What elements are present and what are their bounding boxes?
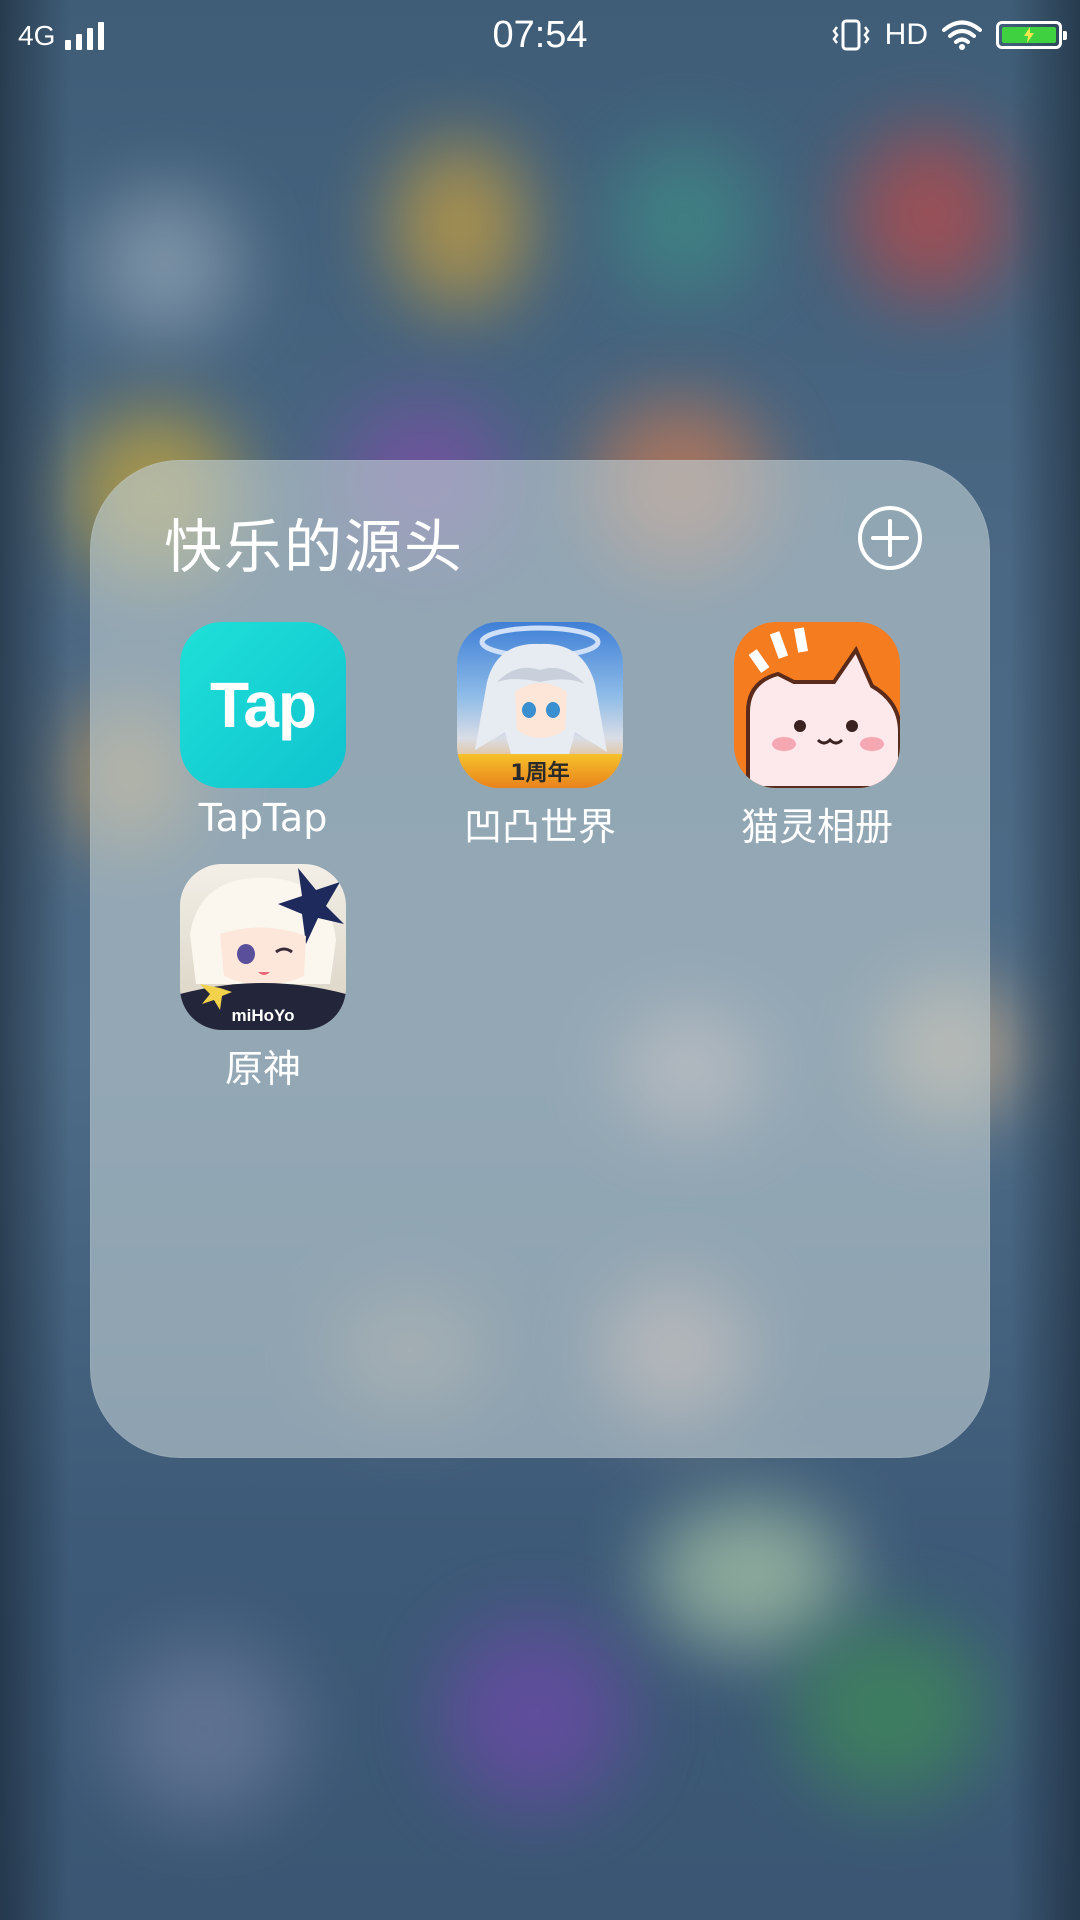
home-screen: 4G 07:54 HD 快乐的源头 Tap TapTap 1周年 凹凸世界 猫灵… — [0, 0, 1080, 1920]
background-blur — [390, 140, 530, 310]
background-blur — [90, 190, 240, 340]
app-aotu-world[interactable]: 1周年 凹凸世界 — [420, 622, 660, 851]
cat-album-icon[interactable] — [734, 622, 900, 788]
charging-bolt-icon — [1024, 27, 1034, 43]
app-label: 猫灵相册 — [740, 805, 893, 849]
wifi-icon — [942, 20, 982, 50]
status-bar: 4G 07:54 HD — [0, 0, 1080, 76]
background-blur — [440, 1620, 630, 1810]
taptap-icon[interactable]: Tap — [180, 622, 346, 788]
genshin-icon[interactable]: miHoYo — [180, 864, 346, 1030]
background-blur — [850, 130, 1010, 300]
background-blur — [610, 140, 760, 300]
app-taptap[interactable]: Tap TapTap — [143, 622, 383, 840]
app-folder: 快乐的源头 Tap TapTap 1周年 凹凸世界 猫灵相册 miHoYo 原神 — [90, 460, 990, 1458]
app-label: 原神 — [224, 1047, 301, 1091]
background-blur — [650, 1500, 850, 1650]
status-right: HD — [831, 18, 1067, 52]
anniversary-badge-text: 1周年 — [510, 761, 570, 786]
app-genshin[interactable]: miHoYo 原神 — [143, 864, 383, 1093]
vibrate-icon — [832, 19, 870, 51]
battery-charging-icon — [996, 21, 1067, 49]
taptap-logo-text: Tap — [209, 669, 317, 741]
aotu-world-icon[interactable]: 1周年 — [457, 622, 623, 788]
anniversary-badge: 1周年 — [457, 754, 623, 788]
app-cat-album[interactable]: 猫灵相册 — [697, 622, 937, 851]
hd-label: HD — [884, 18, 928, 51]
mihoyo-brand-text: miHoYo — [231, 1006, 295, 1025]
plus-circle-icon[interactable] — [856, 504, 924, 572]
background-blur — [110, 1640, 300, 1820]
app-label: 凹凸世界 — [463, 805, 616, 849]
app-label: TapTap — [198, 796, 328, 840]
battery-level — [1002, 27, 1056, 43]
background-blur — [790, 1620, 990, 1800]
folder-title[interactable]: 快乐的源头 — [164, 500, 464, 584]
cat-face-art — [746, 627, 900, 788]
